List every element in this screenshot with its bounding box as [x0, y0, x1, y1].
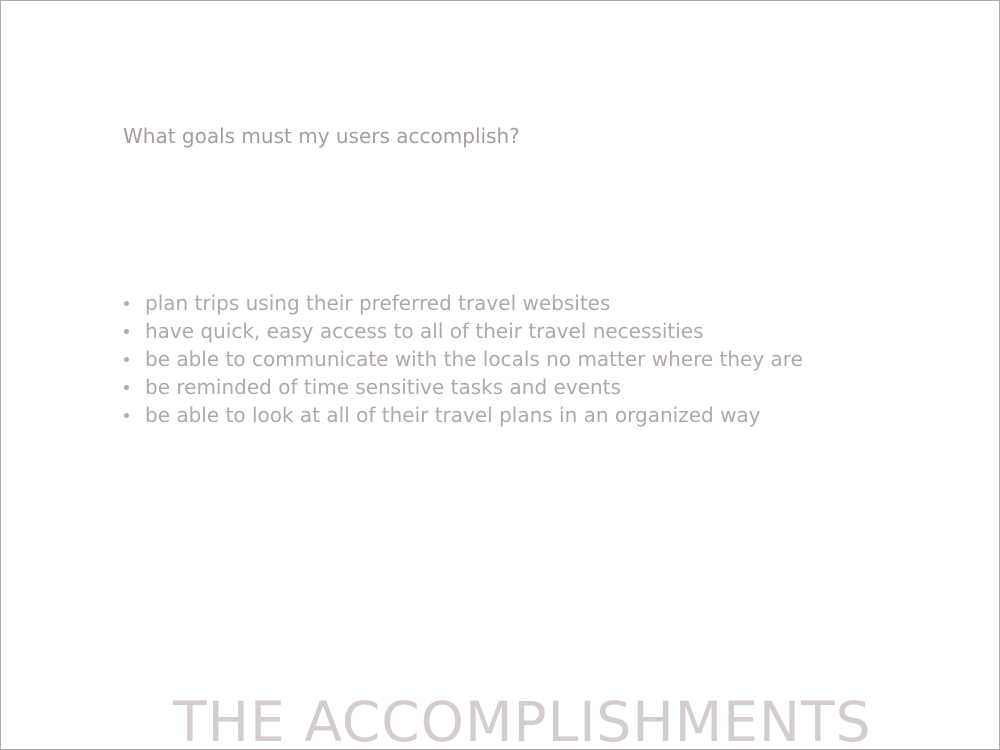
goal-text: be able to communicate with the locals n… — [145, 347, 803, 371]
goal-item: be able to look at all of their travel p… — [123, 401, 803, 429]
goal-item: plan trips using their preferred travel … — [123, 289, 803, 317]
section-title: THE ACCOMPLISHMENTS — [173, 690, 872, 750]
bullet-icon — [123, 317, 131, 345]
goal-text: be reminded of time sensitive tasks and … — [145, 375, 621, 399]
goals-list: plan trips using their preferred travel … — [123, 289, 803, 429]
slide-question: What goals must my users accomplish? — [123, 124, 520, 148]
bullet-icon — [123, 373, 131, 401]
goal-item: be reminded of time sensitive tasks and … — [123, 373, 803, 401]
bullet-icon — [123, 345, 131, 373]
bullet-icon — [123, 401, 131, 429]
goal-item: have quick, easy access to all of their … — [123, 317, 803, 345]
goal-text: have quick, easy access to all of their … — [145, 319, 704, 343]
bullet-icon — [123, 289, 131, 317]
goal-item: be able to communicate with the locals n… — [123, 345, 803, 373]
goal-text: be able to look at all of their travel p… — [145, 403, 761, 427]
slide: What goals must my users accomplish? pla… — [0, 0, 1000, 750]
goal-text: plan trips using their preferred travel … — [145, 291, 611, 315]
